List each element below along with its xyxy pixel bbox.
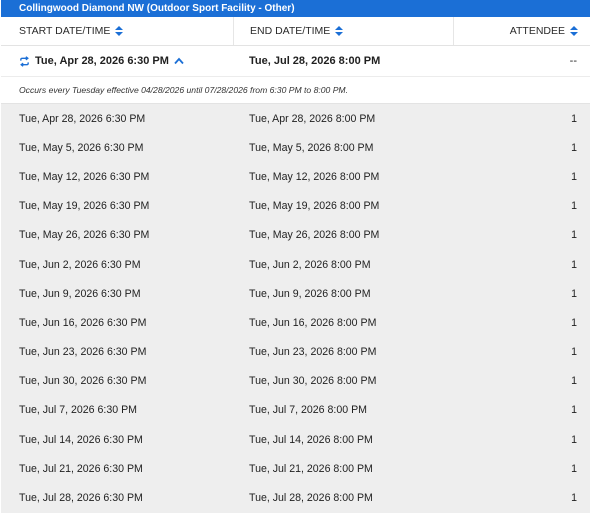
occurrence-start: Tue, May 5, 2026 6:30 PM [19, 141, 144, 154]
occurrence-end: Tue, Jun 16, 2026 8:00 PM [249, 316, 377, 329]
occurrence-start: Tue, Jul 21, 2026 6:30 PM [19, 462, 143, 475]
start-date-column-header[interactable]: START DATE/TIME [1, 17, 234, 45]
table-row: Tue, Jul 7, 2026 6:30 PM Tue, Jul 7, 202… [1, 396, 590, 425]
end-date-column-header[interactable]: END DATE/TIME [234, 17, 454, 45]
occurrence-end: Tue, May 26, 2026 8:00 PM [249, 229, 380, 242]
recurring-booking-row[interactable]: Tue, Apr 28, 2026 6:30 PM Tue, Jul 28, 2… [1, 46, 590, 77]
occurrence-end: Tue, Jun 2, 2026 8:00 PM [249, 258, 371, 271]
occurrence-end: Tue, May 12, 2026 8:00 PM [249, 170, 380, 183]
table-row: Tue, Apr 28, 2026 6:30 PM Tue, Apr 28, 2… [1, 104, 590, 133]
occurrence-attendee: 1 [571, 141, 577, 154]
table-header: START DATE/TIME END DATE/TIME ATTENDEE [1, 17, 590, 46]
occurrence-end: Tue, Apr 28, 2026 8:00 PM [249, 112, 376, 125]
repeat-icon [20, 55, 29, 67]
occurrence-start: Tue, Jul 28, 2026 6:30 PM [19, 492, 143, 505]
occurrence-end: Tue, Jul 7, 2026 8:00 PM [249, 404, 367, 417]
occurrence-attendee: 1 [571, 492, 577, 505]
recurring-start-date: Tue, Apr 28, 2026 6:30 PM [35, 55, 169, 67]
occurrence-end: Tue, Jul 21, 2026 8:00 PM [249, 462, 373, 475]
occurrence-list: Tue, Apr 28, 2026 6:30 PM Tue, Apr 28, 2… [1, 104, 590, 513]
table-row: Tue, May 5, 2026 6:30 PM Tue, May 5, 202… [1, 133, 590, 162]
occurrence-attendee: 1 [571, 346, 577, 359]
occurrence-attendee: 1 [571, 112, 577, 125]
occurrence-attendee: 1 [571, 258, 577, 271]
end-date-header-label: END DATE/TIME [250, 25, 331, 37]
occurrence-end: Tue, May 19, 2026 8:00 PM [249, 200, 380, 213]
occurrence-end: Tue, Jul 28, 2026 8:00 PM [249, 492, 373, 505]
occurrence-attendee: 1 [571, 462, 577, 475]
occurrence-attendee: 1 [571, 404, 577, 417]
sort-icon [115, 25, 124, 37]
occurrence-attendee: 1 [571, 170, 577, 183]
occurrence-start: Tue, Jul 7, 2026 6:30 PM [19, 404, 137, 417]
sort-icon [570, 25, 578, 37]
table-row: Tue, Jun 2, 2026 6:30 PM Tue, Jun 2, 202… [1, 250, 590, 279]
occurrence-start: Tue, Apr 28, 2026 6:30 PM [19, 112, 146, 125]
table-row: Tue, Jun 30, 2026 6:30 PM Tue, Jun 30, 2… [1, 367, 590, 396]
occurrence-end: Tue, Jul 14, 2026 8:00 PM [249, 433, 373, 446]
occurrence-end: Tue, May 5, 2026 8:00 PM [249, 141, 374, 154]
occurrence-start: Tue, Jul 14, 2026 6:30 PM [19, 433, 143, 446]
table-row: Tue, Jul 14, 2026 6:30 PM Tue, Jul 14, 2… [1, 425, 590, 454]
attendee-column-header[interactable]: ATTENDEE [454, 17, 590, 45]
booking-panel: Collingwood Diamond NW (Outdoor Sport Fa… [1, 0, 590, 513]
table-row: Tue, Jul 28, 2026 6:30 PM Tue, Jul 28, 2… [1, 483, 590, 512]
table-row: Tue, May 19, 2026 6:30 PM Tue, May 19, 2… [1, 192, 590, 221]
facility-title: Collingwood Diamond NW (Outdoor Sport Fa… [1, 0, 590, 17]
recurring-end-date: Tue, Jul 28, 2026 8:00 PM [249, 55, 381, 67]
table-row: Tue, Jun 23, 2026 6:30 PM Tue, Jun 23, 2… [1, 338, 590, 367]
occurrence-start: Tue, Jun 9, 2026 6:30 PM [19, 287, 141, 300]
occurrence-attendee: 1 [571, 287, 577, 300]
occurrence-attendee: 1 [571, 433, 577, 446]
recurring-toggle[interactable]: Tue, Apr 28, 2026 6:30 PM [1, 55, 233, 67]
table-row: Tue, Jul 21, 2026 6:30 PM Tue, Jul 21, 2… [1, 454, 590, 483]
start-date-header-label: START DATE/TIME [19, 25, 111, 37]
occurrence-end: Tue, Jun 30, 2026 8:00 PM [249, 375, 377, 388]
occurrence-start: Tue, Jun 30, 2026 6:30 PM [19, 375, 147, 388]
occurrence-start: Tue, May 19, 2026 6:30 PM [19, 200, 150, 213]
table-row: Tue, May 26, 2026 6:30 PM Tue, May 26, 2… [1, 221, 590, 250]
occurrence-start: Tue, May 26, 2026 6:30 PM [19, 229, 150, 242]
occurrence-attendee: 1 [571, 200, 577, 213]
occurrence-start: Tue, Jun 23, 2026 6:30 PM [19, 346, 147, 359]
occurrence-attendee: 1 [571, 316, 577, 329]
table-row: Tue, May 12, 2026 6:30 PM Tue, May 12, 2… [1, 162, 590, 191]
attendee-header-label: ATTENDEE [509, 25, 565, 37]
recurring-attendee: -- [569, 55, 577, 67]
occurrence-end: Tue, Jun 9, 2026 8:00 PM [249, 287, 371, 300]
table-row: Tue, Jun 9, 2026 6:30 PM Tue, Jun 9, 202… [1, 279, 590, 308]
occurrence-end: Tue, Jun 23, 2026 8:00 PM [249, 346, 377, 359]
recurrence-note: Occurs every Tuesday effective 04/28/202… [1, 77, 590, 104]
table-row: Tue, Jun 16, 2026 6:30 PM Tue, Jun 16, 2… [1, 308, 590, 337]
occurrence-start: Tue, Jun 16, 2026 6:30 PM [19, 316, 147, 329]
occurrence-attendee: 1 [571, 375, 577, 388]
occurrence-start: Tue, Jun 2, 2026 6:30 PM [19, 258, 141, 271]
sort-icon [335, 25, 344, 37]
occurrence-attendee: 1 [571, 229, 577, 242]
occurrence-start: Tue, May 12, 2026 6:30 PM [19, 170, 150, 183]
chevron-up-icon [174, 57, 184, 65]
